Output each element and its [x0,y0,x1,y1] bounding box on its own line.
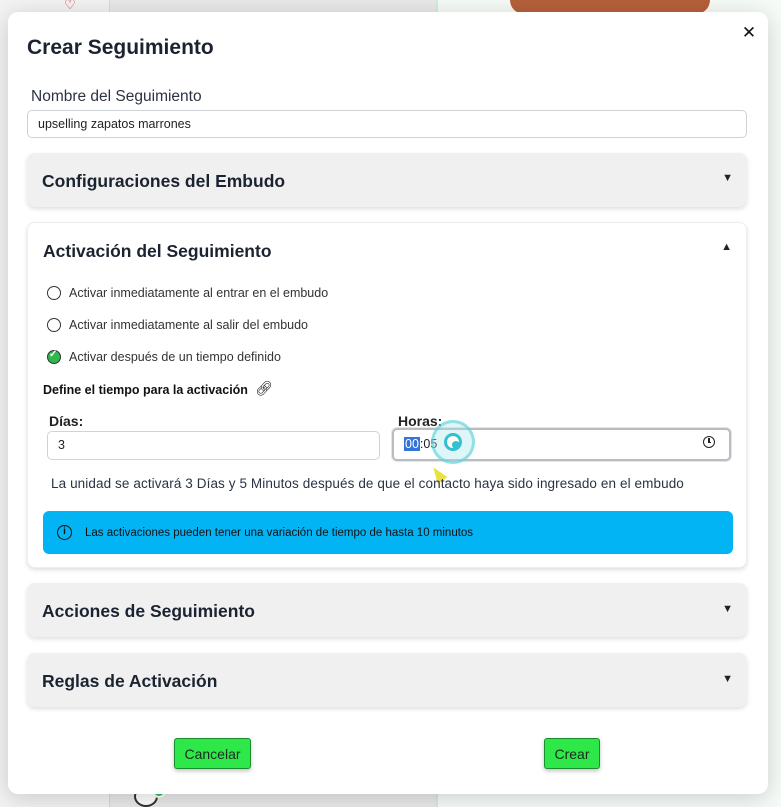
close-icon[interactable]: ✕ [738,22,760,44]
radio-button[interactable] [47,286,61,300]
radio-label: Activar inmediatamente al salir del embu… [69,318,309,332]
radio-option-enter[interactable]: Activar inmediatamente al entrar en el e… [47,286,328,300]
section-activation: Activación del Seguimiento ▲ Activar inm… [27,222,747,568]
modal-title: Crear Seguimiento [27,36,214,59]
chevron-up-icon[interactable]: ▲ [721,241,732,253]
radio-label: Activar inmediatamente al entrar en el e… [69,286,329,300]
create-followup-modal: Crear Seguimiento ✕ Nombre del Seguimien… [8,12,768,794]
info-banner-text: Las activaciones pueden tener una variac… [85,526,474,539]
days-label: Días: [49,413,84,429]
clock-icon[interactable] [703,436,715,448]
chevron-down-icon[interactable]: ▼ [722,603,733,615]
hours-selected-segment[interactable]: 00 [404,437,420,451]
section-activation-rules[interactable]: Reglas de Activación ▼ [27,653,747,707]
chevron-down-icon[interactable]: ▼ [722,172,733,184]
info-banner: i Las activaciones pueden tener una vari… [43,511,733,554]
radio-option-exit[interactable]: Activar inmediatamente al salir del embu… [47,318,308,332]
cancel-button[interactable]: Cancelar [174,738,251,769]
section-funnel-title: Configuraciones del Embudo [42,171,286,191]
radio-button[interactable] [47,318,61,332]
info-icon: i [57,525,72,540]
name-field-label: Nombre del Seguimiento [31,88,202,105]
define-time-label: Define el tiempo para la activación [43,383,248,397]
section-followup-actions[interactable]: Acciones de Seguimiento ▼ [27,583,747,637]
click-indicator-dot [452,441,460,449]
section-activation-title: Activación del Seguimiento [43,241,272,261]
activation-summary-text: La unidad se activará 3 Días y 5 Minutos… [51,476,684,491]
name-field[interactable] [27,110,747,138]
click-indicator [431,420,475,464]
days-input[interactable]: 3 [47,431,380,460]
section-funnel-config[interactable]: Configuraciones del Embudo ▼ [27,153,747,207]
click-indicator-inner [444,433,462,451]
radio-button-checked[interactable] [47,349,61,364]
radio-option-delay[interactable]: Activar después de un tiempo definido [47,349,281,364]
link-icon: 🔗︎ [255,380,273,396]
section-rules-title: Reglas de Activación [42,671,218,691]
chevron-down-icon[interactable]: ▼ [722,673,733,685]
create-button[interactable]: Crear [544,738,600,769]
section-actions-title: Acciones de Seguimiento [42,601,255,621]
radio-label: Activar después de un tiempo definido [69,350,281,364]
